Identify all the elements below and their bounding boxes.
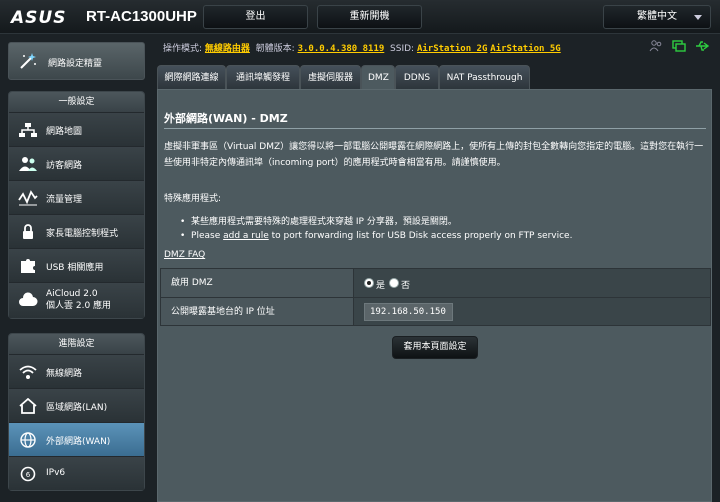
sidebar-item-label: 訪客網路: [46, 161, 83, 171]
sidebar-item-ipv6[interactable]: 6 IPv6: [9, 456, 144, 490]
sidebar-item-wireless[interactable]: 無線網路: [9, 354, 144, 388]
magic-wand-icon: [20, 53, 36, 69]
sidebar-item-label: 外部網路(WAN): [46, 437, 111, 447]
wizard-label: 網路設定精靈: [48, 59, 103, 69]
tab-internet-connection[interactable]: 網際網路連線: [157, 65, 226, 89]
exposed-ip-cell: 192.168.50.150: [354, 298, 710, 325]
ssid-5g-link[interactable]: AirStation_5G: [490, 44, 560, 54]
enable-dmz-options: 是 否: [354, 269, 710, 297]
traffic-chart-icon: [18, 190, 38, 206]
general-settings-section: 一般設定 網路地圖 訪客網路 流量管理 家長電腦控制程式 USB 相關應用 Ai…: [8, 91, 145, 319]
bullet-text: 某些應用程式需要特殊的處理程式來穿越 IP 分享器，預設是關閉。: [191, 217, 457, 227]
language-label: 繁體中文: [637, 11, 677, 22]
exposed-ip-label: 公開曝露基地台的 IP 位址: [161, 298, 354, 325]
advanced-settings-section: 進階設定 無線網路 區域網路(LAN) 外部網路(WAN) 6 IPv6: [8, 333, 145, 491]
bullet-text-pre: Please: [191, 231, 224, 241]
operation-mode-label: 操作模式:: [163, 44, 203, 54]
puzzle-icon: [21, 259, 35, 273]
special-applications-label: 特殊應用程式:: [164, 194, 222, 204]
apply-button[interactable]: 套用本頁面設定: [392, 336, 478, 359]
lock-icon: [23, 224, 33, 239]
status-bar: 操作模式: 無線路由器 韌體版本: 3.0.0.4.380_8119 SSID:…: [163, 41, 561, 54]
quick-setup-wizard[interactable]: 網路設定精靈: [8, 42, 145, 80]
operation-mode-link[interactable]: 無線路由器: [205, 44, 250, 54]
ssid-label: SSID:: [390, 44, 415, 54]
wifi-icon: [19, 365, 37, 379]
sidebar-item-label: 家長電腦控制程式: [46, 229, 119, 239]
dmz-faq-link[interactable]: DMZ FAQ: [164, 250, 205, 260]
dmz-settings-table: 啟用 DMZ 是 否 公開曝露基地台的 IP 位址 192.168.50.150: [160, 268, 711, 326]
bullet-item: • Please add a rule to port forwarding l…: [180, 231, 573, 241]
sidebar-item-wan[interactable]: 外部網路(WAN): [9, 422, 144, 456]
exposed-ip-input[interactable]: 192.168.50.150: [364, 303, 453, 321]
page-title: 外部網路(WAN) - DMZ: [164, 112, 288, 125]
yes-label: 是: [376, 281, 386, 291]
globe-icon: [20, 432, 36, 448]
language-select[interactable]: 繁體中文: [603, 5, 711, 29]
chevron-down-icon: [694, 15, 702, 20]
guest-users-icon: [19, 157, 37, 171]
sidebar-item-label: 無線網路: [46, 369, 83, 379]
model-name: RT-AC1300UHP: [86, 8, 197, 25]
sidebar-item-label: IPv6: [46, 468, 66, 478]
add-rule-link[interactable]: add a rule: [223, 231, 269, 241]
clients-icon[interactable]: [649, 40, 663, 52]
usb-icon[interactable]: [695, 40, 709, 52]
status-icons: [649, 40, 709, 55]
no-label: 否: [401, 281, 411, 291]
logout-button[interactable]: 登出: [203, 5, 308, 29]
svg-text:6: 6: [26, 471, 31, 479]
tab-port-trigger[interactable]: 通訊埠觸發程式: [226, 65, 300, 107]
reboot-button[interactable]: 重新開機: [317, 5, 422, 29]
asus-logo: ASUS: [11, 8, 67, 28]
tab-dmz[interactable]: DMZ: [361, 65, 395, 89]
ssid-2g-link[interactable]: AirStation_2G: [417, 44, 487, 54]
tab-ddns[interactable]: DDNS: [395, 65, 439, 89]
firmware-link[interactable]: 3.0.0.4.380_8119: [298, 44, 385, 54]
cloud-icon: [19, 292, 38, 306]
sidebar-item-network-map[interactable]: 網路地圖: [9, 112, 144, 146]
sidebar-item-label: 網路地圖: [46, 127, 83, 137]
content-panel: 外部網路(WAN) - DMZ 虛擬非軍事區（Virtual DMZ）讓您得以將…: [157, 89, 712, 502]
enable-dmz-label: 啟用 DMZ: [161, 269, 354, 297]
dmz-description: 虛擬非軍事區（Virtual DMZ）讓您得以將一部電腦公開曝露在網際網路上，使…: [164, 142, 704, 168]
enable-dmz-no-radio[interactable]: [389, 278, 399, 288]
sidebar-item-label: 流量管理: [46, 195, 83, 205]
title-divider: [164, 128, 706, 129]
top-bar: ASUS RT-AC1300UHP 登出 重新開機 繁體中文: [0, 0, 720, 34]
sidebar-item-guest-network[interactable]: 訪客網路: [9, 146, 144, 180]
bullet-item: • 某些應用程式需要特殊的處理程式來穿越 IP 分享器，預設是關閉。: [180, 217, 457, 227]
aicloud-label: AiCloud 2.0: [46, 289, 98, 299]
ipv6-icon: 6: [20, 466, 36, 482]
home-icon: [19, 398, 37, 414]
sidebar-item-lan[interactable]: 區域網路(LAN): [9, 388, 144, 422]
network-map-icon: [19, 123, 37, 137]
advanced-settings-header: 進階設定: [9, 334, 144, 354]
exposed-ip-row: 公開曝露基地台的 IP 位址 192.168.50.150: [161, 297, 710, 325]
tab-nat-passthrough[interactable]: NAT Passthrough: [439, 65, 530, 89]
enable-dmz-yes-radio[interactable]: [364, 278, 374, 288]
enable-dmz-row: 啟用 DMZ 是 否: [161, 269, 710, 297]
network-status-icon[interactable]: [672, 40, 686, 52]
sidebar-item-traffic-manager[interactable]: 流量管理: [9, 180, 144, 214]
sidebar-item-usb-application[interactable]: USB 相關應用: [9, 248, 144, 282]
general-settings-header: 一般設定: [9, 92, 144, 112]
firmware-label: 韌體版本:: [255, 44, 295, 54]
sidebar-item-parental-controls[interactable]: 家長電腦控制程式: [9, 214, 144, 248]
aicloud-sublabel: 個人雲 2.0 應用: [46, 301, 112, 311]
sidebar-item-aicloud[interactable]: AiCloud 2.0 個人雲 2.0 應用: [9, 282, 144, 318]
tab-virtual-server[interactable]: 虛擬伺服器: [300, 65, 361, 89]
bullet-text-post: to port forwarding list for USB Disk acc…: [268, 231, 573, 241]
sidebar-item-label: AiCloud 2.0 個人雲 2.0 應用: [46, 288, 111, 312]
sidebar-item-label: 區域網路(LAN): [46, 403, 108, 413]
sidebar-item-label: USB 相關應用: [46, 263, 104, 273]
